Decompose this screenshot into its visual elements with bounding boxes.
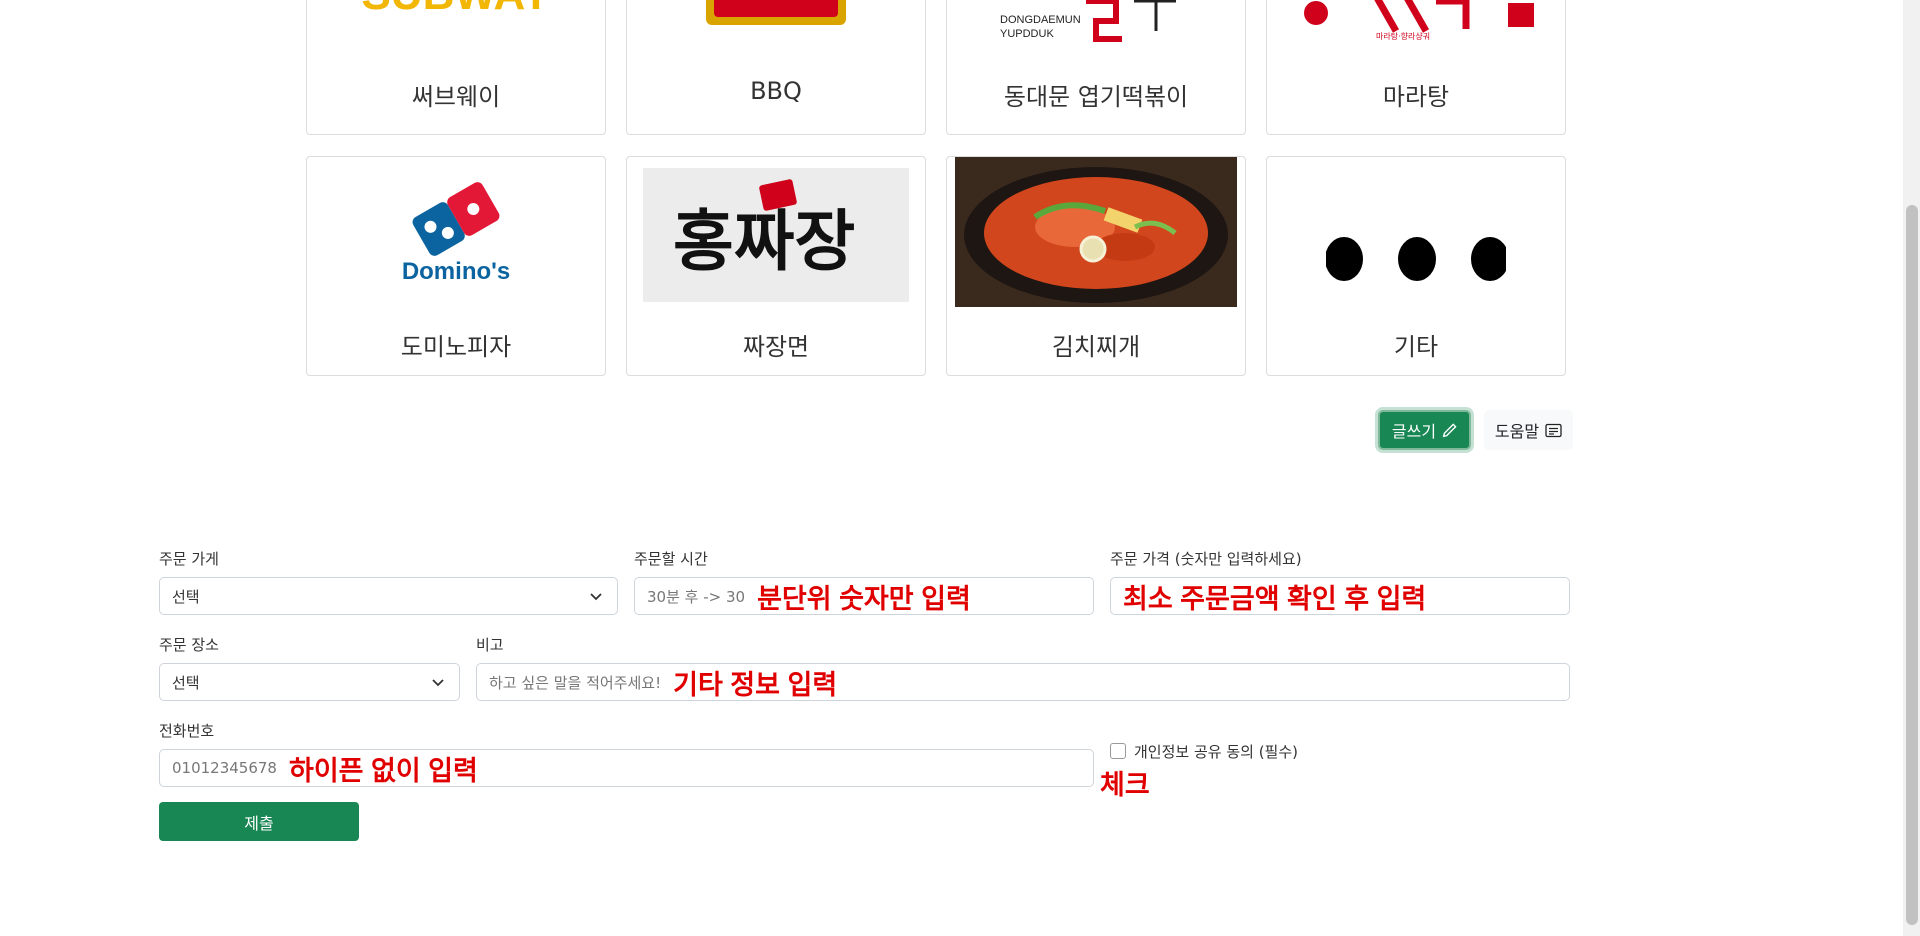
submit-button-label: 제출 [244, 813, 274, 833]
phone-annotation: 하이픈 없이 입력 [288, 755, 478, 786]
dominos-logo-text: Domino's [402, 258, 510, 285]
price-annotation: 최소 주문금액 확인 후 입력 [1123, 583, 1427, 614]
store-name: 동대문 엽기떡볶이 [1003, 83, 1189, 111]
scrollbar-thumb[interactable] [1906, 205, 1918, 925]
time-annotation: 분단위 숫자만 입력 [757, 583, 971, 614]
memo-input[interactable]: 하고 싶은 말을 적어주세요! 기타 정보 입력 [476, 663, 1570, 701]
time-input-placeholder: 30분 후 -> 30 [647, 587, 746, 606]
store-select-value: 선택 [172, 587, 200, 606]
bbq-logo [627, 0, 925, 53]
svg-text:DONGDAEMUN: DONGDAEMUN [1000, 14, 1081, 26]
yupdduk-logo: DONGDAEMUN YUPDDUK [947, 0, 1245, 53]
svg-text:마라탕·향라샹궈: 마라탕·향라샹궈 [1376, 31, 1430, 41]
phone-input[interactable]: 01012345678 하이픈 없이 입력 [159, 749, 1094, 787]
store-card-malatang[interactable]: 마라탕·향라샹궈 마라탕 [1266, 0, 1566, 135]
price-label: 주문 가격 (숫자만 입력하세요) [1110, 550, 1302, 568]
consent-annotation: 체크 [1100, 770, 1150, 800]
place-select[interactable]: 선택 [159, 663, 460, 701]
memo-annotation: 기타 정보 입력 [673, 669, 838, 700]
store-card-subway[interactable]: SUBWAY 써브웨이 [306, 0, 606, 135]
help-button[interactable]: 도움말 [1484, 410, 1573, 450]
submit-button[interactable]: 제출 [159, 802, 359, 841]
page: SUBWAY 써브웨이 BBQ DONGDAEMUN YUPDDUK 동대문 엽… [0, 0, 1920, 936]
store-select-label: 주문 가게 [159, 550, 219, 568]
scrollbar-track[interactable] [1903, 0, 1920, 936]
phone-input-placeholder: 01012345678 [172, 759, 277, 777]
store-name: 도미노피자 [400, 333, 512, 361]
price-input[interactable]: 최소 주문금액 확인 후 입력 [1110, 577, 1570, 615]
store-card-kimchi-stew[interactable]: 김치찌개 [946, 156, 1246, 376]
store-name: 짜장면 [742, 333, 810, 361]
store-name: 써브웨이 [411, 83, 501, 111]
help-button-label: 도움말 [1494, 422, 1540, 441]
consent-checkbox[interactable] [1110, 743, 1126, 759]
card-text-icon [1545, 423, 1562, 437]
time-label: 주문할 시간 [634, 550, 708, 568]
hongjjajang-logo-text: 홍짜장 [673, 202, 855, 280]
store-card-dominos[interactable]: Domino's 도미노피자 [306, 156, 606, 376]
svg-text:YUPDDUK: YUPDDUK [1000, 28, 1054, 40]
subway-logo: SUBWAY [307, 0, 605, 53]
store-name: 김치찌개 [1051, 333, 1141, 361]
time-input[interactable]: 30분 후 -> 30 분단위 숫자만 입력 [634, 577, 1094, 615]
more-dots-icon [1267, 165, 1565, 305]
store-name: 마라탕 [1382, 83, 1450, 111]
memo-label: 비고 [476, 636, 504, 654]
store-card-yupdduk[interactable]: DONGDAEMUN YUPDDUK 동대문 엽기떡볶이 [946, 0, 1246, 135]
store-name: 기타 [1393, 333, 1439, 361]
chevron-down-icon [590, 593, 602, 601]
write-button-label: 글쓰기 [1391, 422, 1437, 441]
place-select-value: 선택 [172, 673, 200, 692]
chevron-down-icon [432, 679, 444, 687]
subway-logo-text: SUBWAY [361, 0, 550, 19]
store-card-bbq[interactable]: BBQ [626, 0, 926, 135]
store-card-jjajangmyeon[interactable]: 홍짜장 짜장면 [626, 156, 926, 376]
memo-input-placeholder: 하고 싶은 말을 적어주세요! [489, 673, 662, 692]
malatang-logo: 마라탕·향라샹궈 [1267, 0, 1565, 53]
place-select-label: 주문 장소 [159, 636, 219, 654]
hongjjajang-logo: 홍짜장 [627, 165, 925, 305]
store-name: BBQ [750, 77, 802, 105]
write-button[interactable]: 글쓰기 [1378, 410, 1471, 450]
pencil-icon [1442, 422, 1457, 437]
phone-label: 전화번호 [159, 722, 215, 740]
dominos-logo: Domino's [307, 165, 605, 305]
store-select[interactable]: 선택 [159, 577, 618, 615]
consent-label: 개인정보 공유 동의 (필수) [1134, 743, 1299, 761]
kimchi-stew-photo [947, 157, 1245, 307]
store-card-other[interactable]: 기타 [1266, 156, 1566, 376]
